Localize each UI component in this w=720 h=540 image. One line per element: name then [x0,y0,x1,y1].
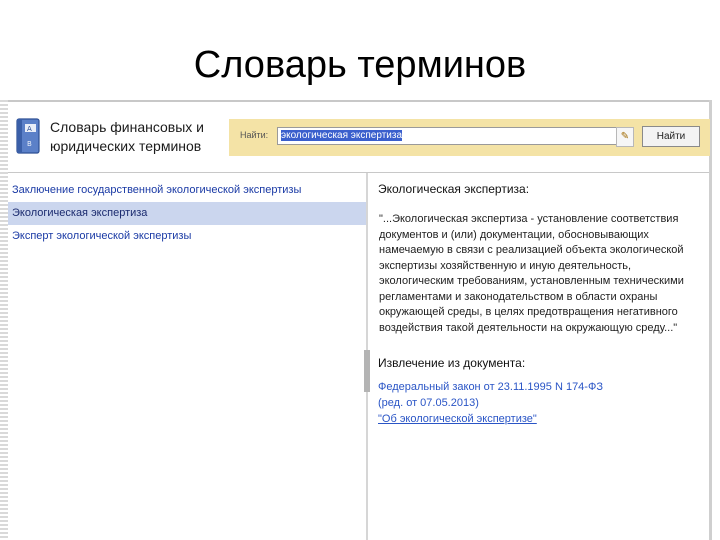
app-title-line-2: юридических терминов [50,138,202,154]
source-document-link[interactable]: Федеральный закон от 23.11.1995 N 174-ФЗ… [378,379,706,427]
find-button[interactable]: Найти [642,126,700,147]
term-detail-pane: Экологическая экспертиза: "...Экологичес… [378,182,706,427]
app-title: Словарь финансовых и юридических термино… [50,118,204,156]
source-law-name: "Об экологической экспертизе" [378,413,537,425]
window-left-border [0,100,8,540]
window-right-border [709,100,712,540]
header-divider [8,172,709,173]
dictionary-window: A B Словарь финансовых и юридических тер… [0,100,720,540]
clear-search-button[interactable]: ✎ [616,127,634,147]
window-top-border [8,100,712,102]
clear-search-icon: ✎ [620,131,630,142]
svg-text:B: B [27,140,32,148]
source-law-title: Федеральный закон от 23.11.1995 N 174-ФЗ [378,381,603,393]
svg-text:A: A [27,125,32,133]
term-item[interactable]: Заключение государственной экологической… [8,179,366,202]
search-input[interactable]: экологическая экспертиза [277,127,621,145]
app-title-line-1: Словарь финансовых и [50,119,204,135]
source-revision: (ред. от 07.05.2013) [378,397,479,409]
splitter-grip[interactable] [364,350,370,392]
term-item-selected[interactable]: Экологическая экспертиза [8,202,366,225]
dictionary-book-icon: A B [14,116,42,156]
terms-list: Заключение государственной экологической… [8,179,366,248]
term-definition: "...Экологическая экспертиза - установле… [379,213,684,334]
slide-title: Словарь терминов [193,44,527,86]
term-heading: Экологическая экспертиза: [378,182,530,196]
search-label: Найти: [240,130,269,140]
term-item[interactable]: Эксперт экологической экспертизы [8,225,366,248]
extract-heading: Извлечение из документа: [378,356,526,370]
search-input-value: экологическая экспертиза [281,130,403,141]
